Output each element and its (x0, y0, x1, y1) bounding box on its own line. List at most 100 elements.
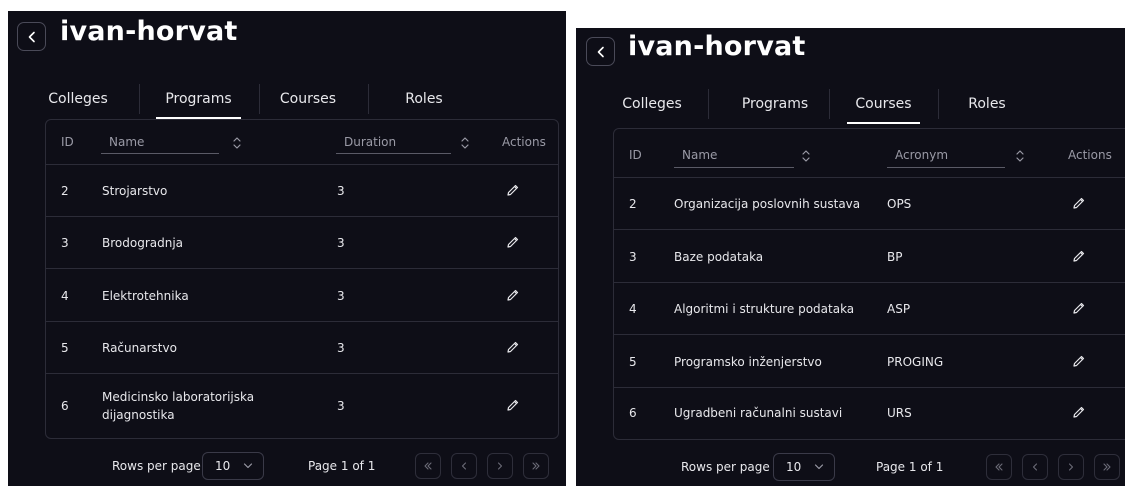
chevron-left-icon (597, 46, 604, 57)
row-acronym: PROGING (887, 355, 944, 369)
row-acronym: BP (887, 250, 903, 264)
row-acronym: OPS (887, 197, 912, 211)
pagination: Rows per page 10 Page 1 of 1 (576, 452, 1125, 486)
row-duration: 3 (337, 399, 345, 413)
rows-per-page-select[interactable]: 10 (202, 452, 264, 480)
tab-roles[interactable]: Roles (965, 84, 1009, 124)
column-id: ID (629, 148, 642, 162)
name-column-underline (674, 167, 794, 168)
pencil-icon[interactable] (506, 287, 520, 301)
row-name-line2: dijagnostika (102, 408, 175, 422)
tab-colleges[interactable]: Colleges (622, 84, 682, 124)
tab-bar: Colleges Programs Courses Roles (622, 84, 1042, 126)
tab-divider (368, 84, 369, 114)
row-name: Baze podataka (674, 250, 764, 264)
programs-panel: ivan-horvat Colleges Programs Courses Ro… (8, 11, 566, 486)
tab-programs[interactable]: Programs (156, 79, 241, 119)
pencil-icon[interactable] (1072, 353, 1086, 367)
first-page-button[interactable] (986, 454, 1012, 480)
row-name: Ugradbeni računalni sustavi (674, 406, 843, 420)
row-name-line1: Medicinsko laboratorijska (102, 390, 255, 404)
row-duration: 3 (337, 289, 345, 303)
pencil-icon[interactable] (1072, 248, 1086, 262)
sort-updown-icon[interactable] (459, 135, 471, 149)
tab-divider (708, 89, 709, 119)
sort-updown-icon[interactable] (231, 135, 243, 149)
page-title: ivan-horvat (60, 16, 238, 47)
last-page-button[interactable] (1094, 454, 1120, 480)
row-duration: 3 (337, 184, 345, 198)
column-actions: Actions (1068, 148, 1112, 162)
table-row: 6 Ugradbeni računalni sustavi URS (614, 388, 1125, 438)
row-name: Algoritmi i strukture podataka (674, 302, 855, 316)
sort-updown-icon[interactable] (1014, 148, 1026, 162)
rows-per-page-value: 10 (215, 459, 231, 473)
page-info: Page 1 of 1 (308, 459, 376, 473)
row-id: 6 (61, 399, 69, 413)
chevron-down-icon (814, 464, 824, 470)
pencil-icon[interactable] (506, 339, 520, 353)
pencil-icon[interactable] (506, 397, 520, 411)
column-name[interactable]: Name (682, 129, 717, 177)
table-row: 3 Baze podataka BP (614, 230, 1125, 283)
table-row: 2 Organizacija poslovnih sustava OPS (614, 178, 1125, 230)
tab-courses[interactable]: Courses (847, 84, 920, 124)
table-header: ID Name Acronym Actions (614, 129, 1125, 178)
row-id: 2 (61, 184, 69, 198)
next-page-button[interactable] (487, 453, 513, 479)
pencil-icon[interactable] (1072, 300, 1086, 314)
sort-updown-icon[interactable] (800, 148, 812, 162)
page-info: Page 1 of 1 (876, 460, 944, 474)
row-acronym: ASP (887, 302, 911, 316)
page-title: ivan-horvat (628, 31, 806, 62)
row-name: Strojarstvo (102, 184, 168, 198)
tab-colleges[interactable]: Colleges (47, 79, 109, 119)
name-column-underline (101, 153, 219, 154)
prev-page-button[interactable] (451, 453, 477, 479)
row-name: Organizacija poslovnih sustava (674, 197, 861, 211)
column-actions: Actions (502, 135, 546, 149)
tab-courses[interactable]: Courses (273, 79, 343, 119)
pagination: Rows per page 10 Page 1 of 1 (8, 451, 566, 485)
last-page-button[interactable] (523, 453, 549, 479)
chevrons-right-icon (532, 462, 540, 470)
column-id: ID (61, 135, 74, 149)
chevrons-left-icon (424, 462, 432, 470)
courses-panel: ivan-horvat Colleges Programs Courses Ro… (576, 28, 1125, 486)
table-row: 4 Elektrotehnika 3 (46, 269, 558, 322)
rows-per-page-value: 10 (786, 460, 802, 474)
tab-divider (259, 84, 260, 114)
courses-table: ID Name Acronym Actions 2 Organizacija p… (613, 128, 1125, 440)
tab-divider (938, 89, 939, 119)
tab-roles[interactable]: Roles (399, 79, 449, 119)
row-id: 5 (61, 341, 69, 355)
table-row: 5 Programsko inženjerstvo PROGING (614, 335, 1125, 388)
table-row: 5 Računarstvo 3 (46, 322, 558, 374)
next-page-button[interactable] (1058, 454, 1084, 480)
chevron-left-icon (28, 31, 35, 42)
row-duration: 3 (337, 236, 345, 250)
back-button[interactable] (586, 37, 615, 66)
column-name[interactable]: Name (109, 120, 144, 164)
pencil-icon[interactable] (1072, 404, 1086, 418)
chevrons-right-icon (1103, 463, 1111, 471)
column-duration[interactable]: Duration (344, 120, 396, 164)
chevron-right-icon (1068, 463, 1074, 471)
row-name: Programsko inženjerstvo (674, 355, 822, 369)
chevron-left-icon (461, 462, 467, 470)
column-acronym[interactable]: Acronym (895, 129, 948, 177)
back-button[interactable] (17, 22, 46, 51)
tab-bar: Colleges Programs Courses Roles (47, 79, 467, 121)
row-id: 5 (629, 355, 637, 369)
chevron-right-icon (497, 462, 503, 470)
acronym-column-underline (887, 167, 1005, 168)
tab-programs[interactable]: Programs (735, 84, 815, 124)
pencil-icon[interactable] (506, 234, 520, 248)
pencil-icon[interactable] (506, 182, 520, 196)
row-id: 6 (629, 406, 637, 420)
pencil-icon[interactable] (1072, 195, 1086, 209)
prev-page-button[interactable] (1022, 454, 1048, 480)
rows-per-page-select[interactable]: 10 (773, 453, 835, 481)
rows-per-page-label: Rows per page (112, 459, 201, 473)
first-page-button[interactable] (415, 453, 441, 479)
